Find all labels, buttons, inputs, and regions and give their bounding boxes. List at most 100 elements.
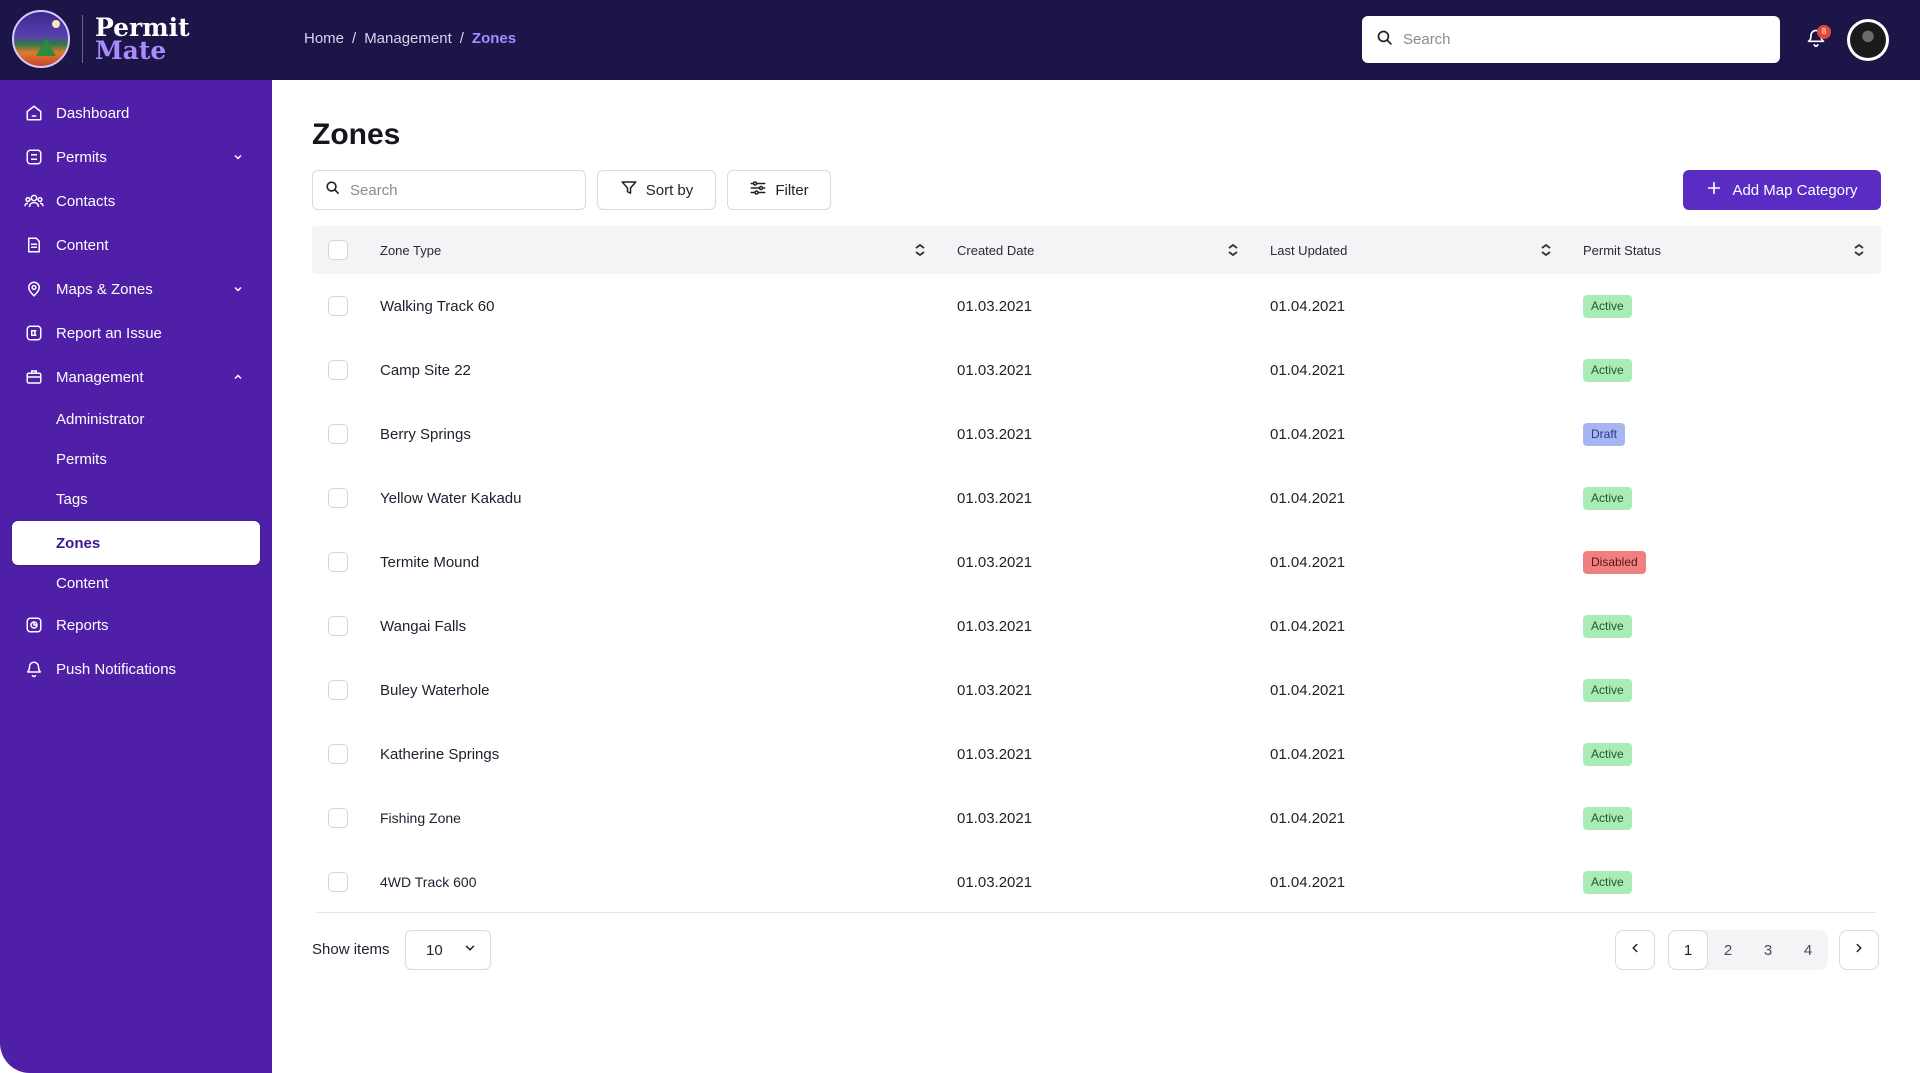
sidebar-item-report-issue[interactable]: Report an Issue <box>12 313 260 353</box>
breadcrumb: Home / Management / Zones <box>304 30 516 47</box>
breadcrumb-separator: / <box>459 30 464 47</box>
table-row[interactable]: Wangai Falls 01.03.2021 01.04.2021 Activ… <box>312 594 1881 658</box>
previous-page-button[interactable] <box>1615 930 1655 970</box>
sidebar-item-label: Reports <box>56 616 109 634</box>
row-checkbox[interactable] <box>328 616 348 636</box>
sidebar-subitem-permits[interactable]: Permits <box>12 439 260 479</box>
sort-button-label: Sort by <box>645 181 694 199</box>
zone-name: Walking Track 60 <box>380 297 495 315</box>
sidebar-item-reports[interactable]: Reports <box>12 605 260 645</box>
sidebar-item-contacts[interactable]: Contacts <box>12 181 260 221</box>
add-map-category-button[interactable]: Add Map Category <box>1683 170 1881 210</box>
permit-icon <box>24 147 44 167</box>
table-search-input[interactable] <box>350 181 570 199</box>
sort-icon[interactable] <box>1540 243 1552 260</box>
status-badge: Active <box>1583 358 1632 382</box>
pagination: 1 2 3 4 <box>1668 930 1828 970</box>
sidebar-item-label: Content <box>56 236 109 254</box>
row-checkbox[interactable] <box>328 488 348 508</box>
sort-icon[interactable] <box>914 243 926 260</box>
table-row[interactable]: Camp Site 22 01.03.2021 01.04.2021 Activ… <box>312 338 1881 402</box>
chevron-down-icon <box>463 941 477 959</box>
sidebar-item-content[interactable]: Content <box>12 225 260 265</box>
row-checkbox[interactable] <box>328 872 348 892</box>
sidebar: Dashboard Permits Contacts Content Maps … <box>0 80 272 1073</box>
app-name: Permit Mate <box>95 15 190 65</box>
table-row[interactable]: Walking Track 60 01.03.2021 01.04.2021 A… <box>312 274 1881 338</box>
page-button[interactable]: 2 <box>1708 930 1748 970</box>
next-page-button[interactable] <box>1839 930 1879 970</box>
table-row[interactable]: Berry Springs 01.03.2021 01.04.2021 Draf… <box>312 402 1881 466</box>
bell-icon <box>24 659 44 679</box>
zone-name: Wangai Falls <box>380 617 467 635</box>
global-search-input[interactable] <box>1403 31 1763 48</box>
app-name-line2: Mate <box>95 36 167 65</box>
sidebar-item-push-notifications[interactable]: Push Notifications <box>12 649 260 689</box>
column-header-zone-type[interactable]: Zone Type <box>380 226 441 274</box>
filter-button[interactable]: Filter <box>727 170 831 210</box>
table-row[interactable]: Fishing Zone 01.03.2021 01.04.2021 Activ… <box>312 786 1881 850</box>
avatar[interactable] <box>1847 19 1889 61</box>
table-row[interactable]: 4WD Track 600 01.03.2021 01.04.2021 Acti… <box>312 850 1881 914</box>
column-header-last-updated[interactable]: Last Updated <box>1270 226 1347 274</box>
row-checkbox[interactable] <box>328 808 348 828</box>
sidebar-item-label: Contacts <box>56 192 116 210</box>
page-size-select[interactable]: 10 <box>405 930 491 970</box>
breadcrumb-management[interactable]: Management <box>364 30 452 47</box>
breadcrumb-home[interactable]: Home <box>304 30 344 47</box>
row-checkbox[interactable] <box>328 680 348 700</box>
sidebar-subitem-tags[interactable]: Tags <box>12 479 260 519</box>
last-updated: 01.04.2021 <box>1270 297 1346 315</box>
page-button[interactable]: 1 <box>1668 930 1708 970</box>
sidebar-item-management[interactable]: Management <box>12 357 260 397</box>
table-row[interactable]: Buley Waterhole 01.03.2021 01.04.2021 Ac… <box>312 658 1881 722</box>
sidebar-item-label: Report an Issue <box>56 324 162 342</box>
sidebar-item-dashboard[interactable]: Dashboard <box>12 93 260 133</box>
sidebar-item-label: Push Notifications <box>56 660 177 678</box>
logo-emblem <box>12 10 70 68</box>
home-icon <box>24 103 44 123</box>
row-checkbox[interactable] <box>328 552 348 572</box>
chevron-down-icon <box>232 282 244 299</box>
select-all-checkbox[interactable] <box>328 240 348 260</box>
column-header-created-date[interactable]: Created Date <box>957 226 1034 274</box>
row-checkbox[interactable] <box>328 296 348 316</box>
sidebar-item-label: Dashboard <box>56 104 130 122</box>
briefcase-icon <box>24 367 44 387</box>
status-badge: Disabled <box>1583 550 1646 574</box>
sort-button[interactable]: Sort by <box>597 170 716 210</box>
status-badge: Active <box>1583 742 1632 766</box>
sidebar-item-maps-zones[interactable]: Maps & Zones <box>12 269 260 309</box>
sidebar-subitem-zones[interactable]: Zones <box>12 521 260 565</box>
page-button[interactable]: 3 <box>1748 930 1788 970</box>
status-badge: Active <box>1583 614 1632 638</box>
row-checkbox[interactable] <box>328 744 348 764</box>
page-title: Zones <box>312 118 401 151</box>
status-badge: Active <box>1583 806 1632 830</box>
created-date: 01.03.2021 <box>957 425 1033 443</box>
sidebar-subitem-content[interactable]: Content <box>12 563 260 603</box>
chevron-right-icon <box>1852 941 1866 960</box>
row-checkbox[interactable] <box>328 424 348 444</box>
sort-icon[interactable] <box>1227 243 1239 260</box>
filter-button-label: Filter <box>775 181 809 199</box>
table-row[interactable]: Katherine Springs 01.03.2021 01.04.2021 … <box>312 722 1881 786</box>
column-header-permit-status[interactable]: Permit Status <box>1583 226 1661 274</box>
funnel-icon <box>620 179 638 201</box>
sort-icon[interactable] <box>1853 243 1865 260</box>
zone-name: Yellow Water Kakadu <box>380 489 522 507</box>
page-button[interactable]: 4 <box>1788 930 1828 970</box>
row-checkbox[interactable] <box>328 360 348 380</box>
breadcrumb-separator: / <box>352 30 357 47</box>
sidebar-subitem-administrator[interactable]: Administrator <box>12 399 260 439</box>
sidebar-item-label: Maps & Zones <box>56 280 153 298</box>
zone-name: Fishing Zone <box>380 810 461 826</box>
last-updated: 01.04.2021 <box>1270 745 1346 763</box>
app-logo[interactable]: Permit Mate <box>12 10 190 68</box>
plus-icon <box>1706 180 1722 200</box>
table-row[interactable]: Termite Mound 01.03.2021 01.04.2021 Disa… <box>312 530 1881 594</box>
table-row[interactable]: Yellow Water Kakadu 01.03.2021 01.04.202… <box>312 466 1881 530</box>
sidebar-item-permits[interactable]: Permits <box>12 137 260 177</box>
zone-name: Berry Springs <box>380 425 471 443</box>
chart-icon <box>24 615 44 635</box>
